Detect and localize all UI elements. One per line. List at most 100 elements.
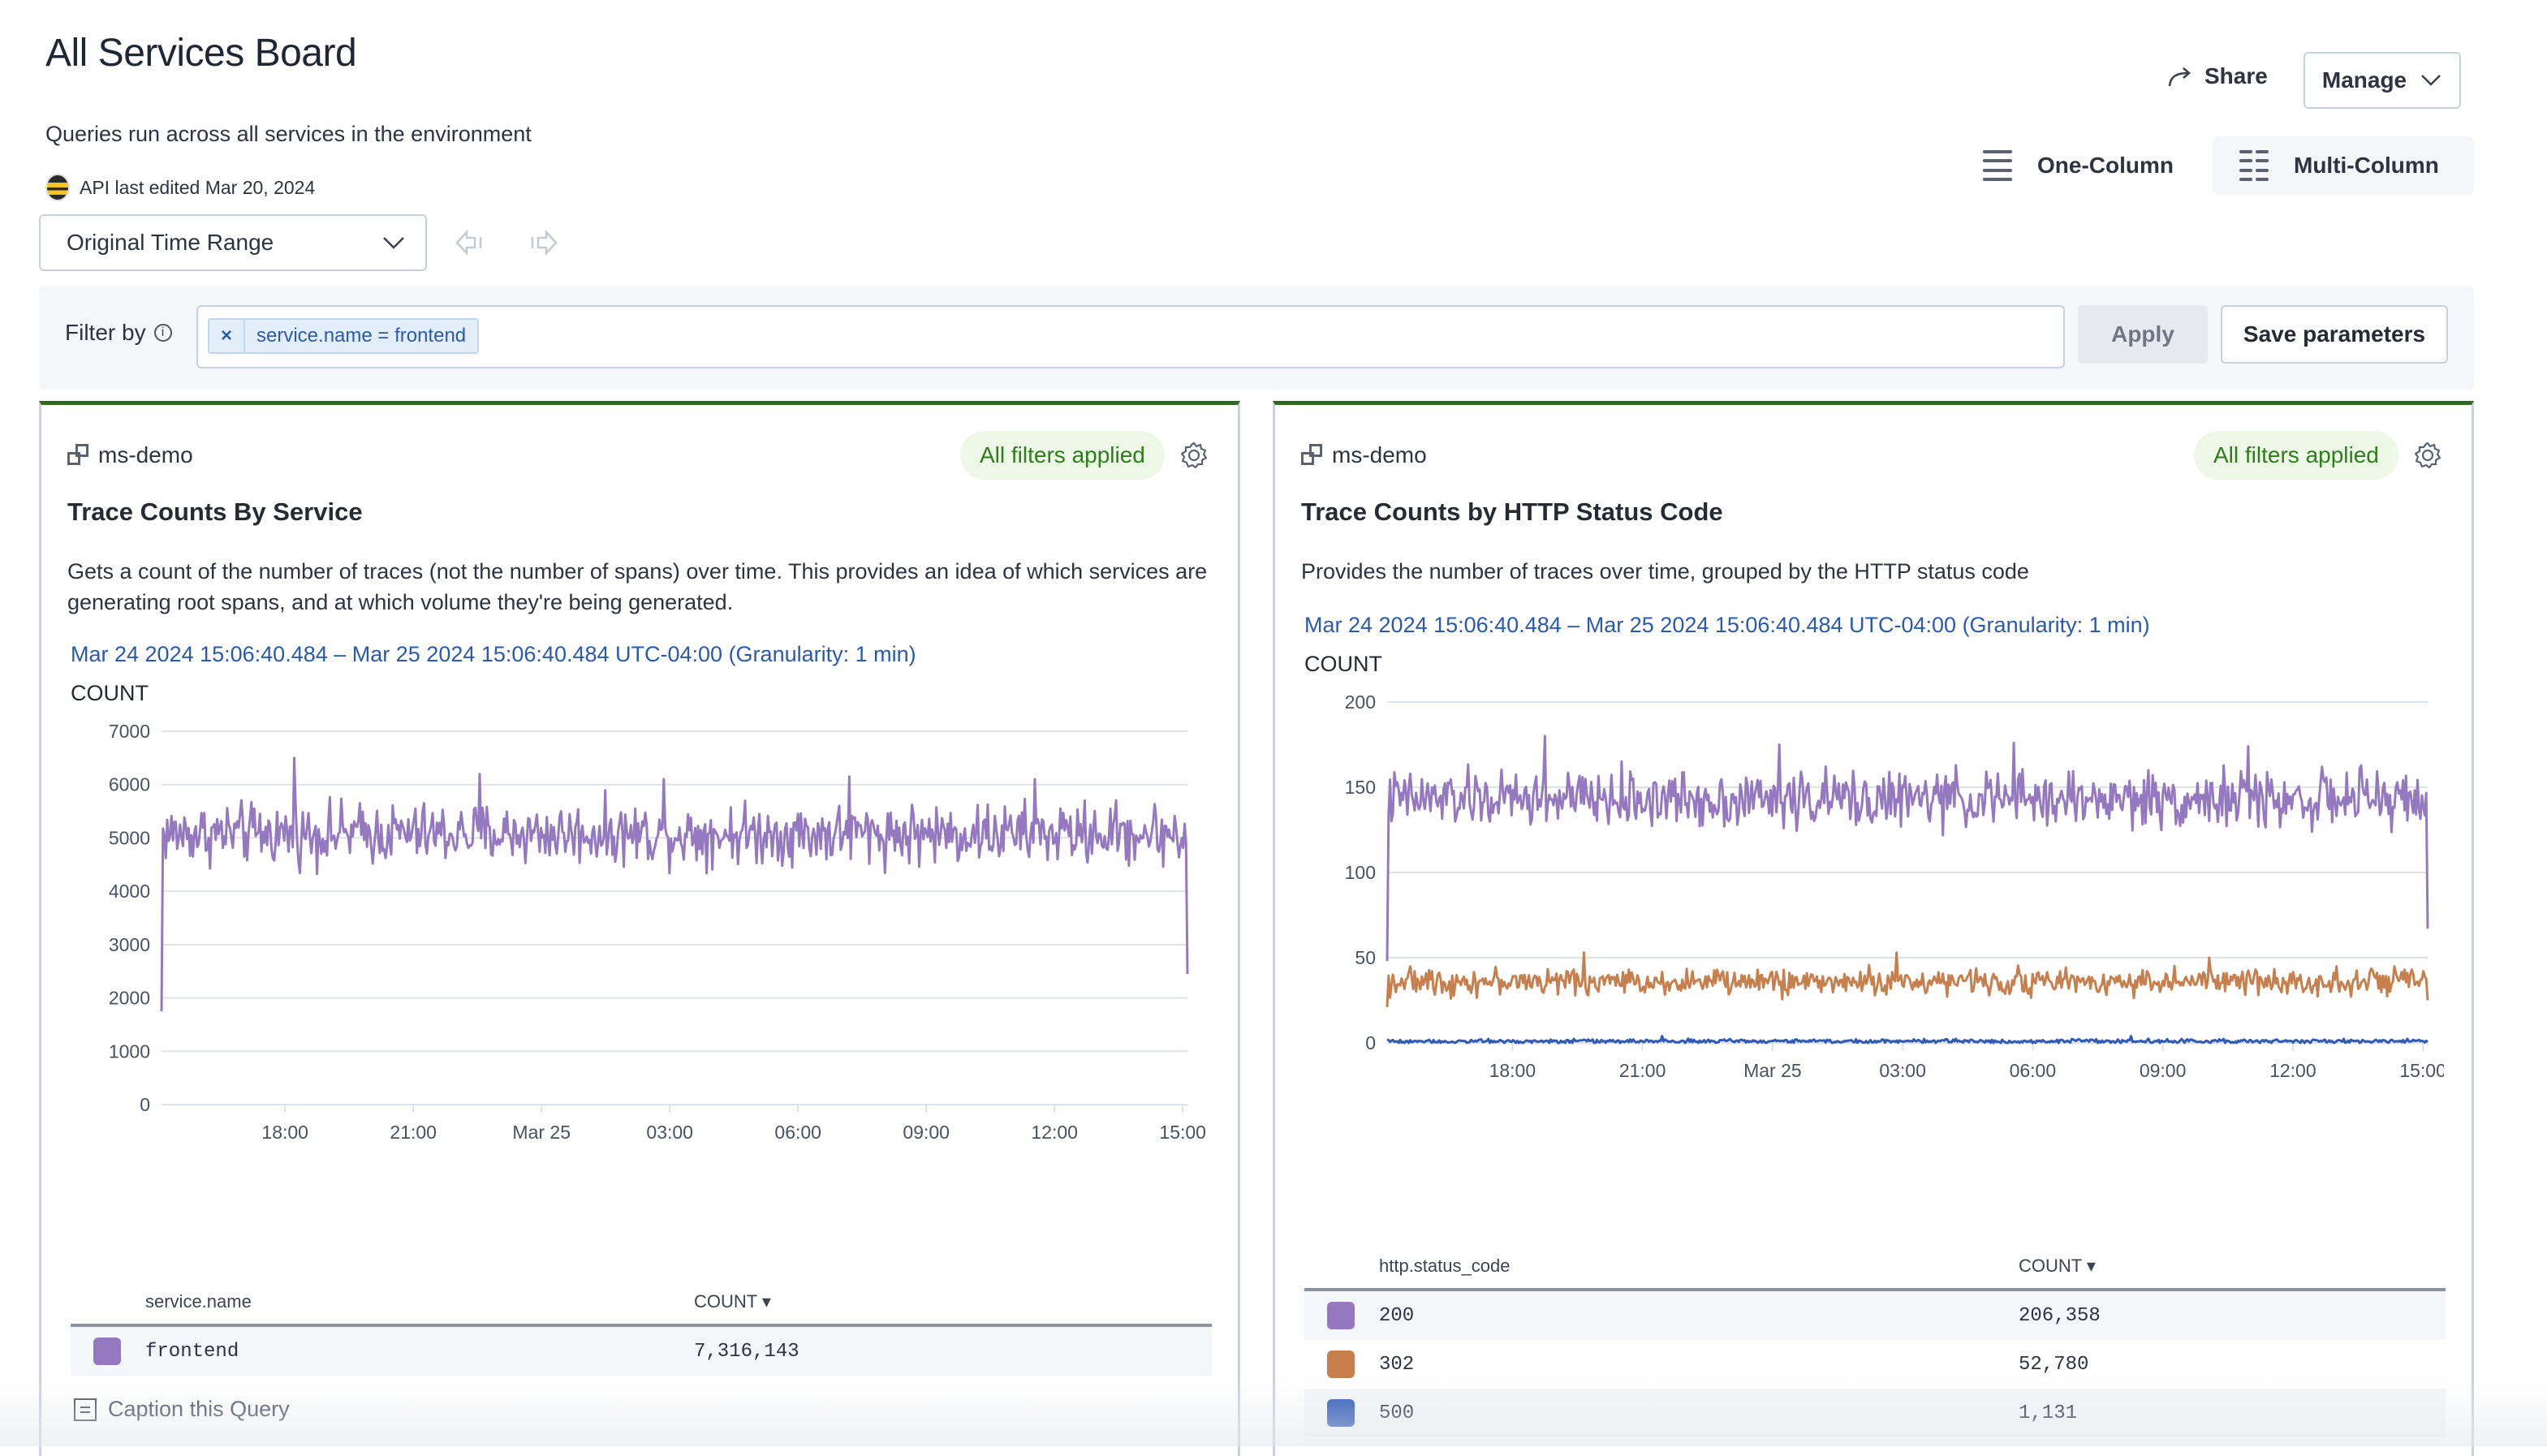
results-table: http.status_code COUNT ▾ 200 206,358 302… <box>1304 1244 2446 1437</box>
series-color-swatch <box>1327 1350 1355 1378</box>
apply-button[interactable]: Apply <box>2078 305 2208 364</box>
row-name: 200 <box>1379 1304 1415 1327</box>
bee-avatar-icon <box>45 174 70 201</box>
series-color-swatch <box>93 1338 121 1365</box>
query-time-range[interactable]: Mar 24 2024 15:06:40.484 – Mar 25 2024 1… <box>1304 613 2150 638</box>
time-range-select[interactable]: Original Time Range <box>39 214 427 271</box>
last-edited: API last edited Mar 20, 2024 <box>45 174 315 201</box>
y-tick-label: 3000 <box>109 934 150 955</box>
row-name: 302 <box>1379 1353 1415 1376</box>
dataset-icon <box>67 444 90 467</box>
one-column-label: One-Column <box>2037 153 2174 178</box>
y-tick-label: 50 <box>1355 947 1376 968</box>
time-forward-button[interactable] <box>524 214 562 271</box>
filters-applied-badge: All filters applied <box>2194 431 2398 480</box>
last-edited-text: API last edited Mar 20, 2024 <box>80 176 316 198</box>
row-count: 7,316,143 <box>694 1340 799 1363</box>
y-axis-label: COUNT <box>1304 652 1382 676</box>
dataset-name[interactable]: ms-demo <box>98 442 193 468</box>
remove-filter-icon[interactable]: × <box>209 320 245 352</box>
filter-label: Filter by i <box>65 320 172 346</box>
gear-icon[interactable] <box>2413 441 2442 470</box>
caption-query-button[interactable]: Caption this Query <box>74 1397 290 1422</box>
share-button[interactable]: Share <box>2167 63 2268 89</box>
x-tick-label: 06:00 <box>774 1122 821 1143</box>
y-axis-label: COUNT <box>71 681 149 705</box>
caption-label: Caption this Query <box>108 1397 290 1421</box>
x-tick-label: Mar 25 <box>512 1122 571 1143</box>
series-line-frontend[interactable] <box>160 756 1189 1012</box>
x-tick-label: 21:00 <box>1619 1060 1666 1081</box>
x-tick-label: 03:00 <box>1879 1060 1926 1081</box>
row-count: 1,131 <box>2019 1402 2078 1424</box>
multi-column-icon <box>2239 150 2269 181</box>
multi-column-label: Multi-Column <box>2294 153 2439 178</box>
column-header-service-name[interactable]: service.name <box>145 1291 694 1312</box>
y-tick-label: 200 <box>1345 691 1376 713</box>
x-tick-label: 12:00 <box>2269 1060 2316 1081</box>
filters-applied-badge: All filters applied <box>960 431 1165 480</box>
manage-label: Manage <box>2321 67 2407 93</box>
chevron-down-icon <box>2421 75 2441 86</box>
y-tick-label: 100 <box>1345 862 1376 883</box>
chevron-down-icon <box>383 237 404 249</box>
query-time-range[interactable]: Mar 24 2024 15:06:40.484 – Mar 25 2024 1… <box>71 642 916 667</box>
table-row[interactable]: 302 52,780 <box>1304 1340 2446 1389</box>
y-tick-label: 6000 <box>109 774 150 795</box>
y-tick-label: 1000 <box>109 1040 150 1062</box>
manage-button[interactable]: Manage <box>2304 52 2461 109</box>
x-tick-label: Mar 25 <box>1743 1060 1802 1081</box>
table-row[interactable]: 500 1,131 <box>1304 1389 2446 1437</box>
series-color-swatch <box>1327 1399 1355 1427</box>
gear-icon[interactable] <box>1179 441 1209 470</box>
y-tick-label: 2000 <box>109 988 150 1009</box>
column-header-count[interactable]: COUNT ▾ <box>694 1291 771 1312</box>
dataset-label: ms-demo <box>67 442 193 468</box>
filter-chip: × service.name = frontend <box>208 318 480 354</box>
query-panel-trace-counts-by-service: ms-demo All filters applied Trace Counts… <box>39 401 1240 1456</box>
dataset-label: ms-demo <box>1301 442 1427 468</box>
dataset-name[interactable]: ms-demo <box>1332 442 1427 468</box>
arrow-forward-icon <box>531 229 558 256</box>
query-description: Gets a count of the number of traces (no… <box>67 559 1208 614</box>
multi-column-button[interactable]: Multi-Column <box>2213 136 2474 195</box>
x-tick-label: 21:00 <box>390 1122 437 1143</box>
table-row[interactable]: frontend 7,316,143 <box>71 1327 1212 1376</box>
save-parameters-button[interactable]: Save parameters <box>2221 305 2448 364</box>
y-tick-label: 0 <box>1365 1032 1376 1053</box>
results-table: service.name COUNT ▾ frontend 7,316,143 <box>71 1280 1212 1376</box>
series-color-swatch <box>1327 1302 1355 1329</box>
column-header-count[interactable]: COUNT ▾ <box>2019 1256 2096 1277</box>
series-line-200[interactable] <box>1386 734 2429 962</box>
one-column-button[interactable]: One-Column <box>1956 136 2200 195</box>
y-tick-label: 0 <box>140 1094 150 1115</box>
x-tick-label: 18:00 <box>1489 1060 1536 1081</box>
series-line-302[interactable] <box>1386 951 2429 1007</box>
series-line-500[interactable] <box>1386 1035 2428 1045</box>
filter-label-text: Filter by <box>65 320 146 345</box>
one-column-icon <box>1983 150 2012 181</box>
x-tick-label: 03:00 <box>646 1122 693 1143</box>
y-tick-label: 4000 <box>109 881 150 902</box>
table-row[interactable]: 200 206,358 <box>1304 1291 2446 1340</box>
x-tick-label: 06:00 <box>2010 1060 2057 1081</box>
caption-icon <box>74 1398 97 1421</box>
row-count: 206,358 <box>2019 1304 2101 1327</box>
y-tick-label: 150 <box>1345 777 1376 798</box>
query-title: Trace Counts by HTTP Status Code <box>1301 498 1723 526</box>
x-tick-label: 09:00 <box>903 1122 950 1143</box>
trace-counts-chart[interactable]: 0 1000 2000 3000 4000 5000 6000 7000 18:00 21:00 M… <box>58 713 1210 1241</box>
x-tick-label: 15:00 <box>2399 1060 2444 1081</box>
info-icon[interactable]: i <box>153 324 172 342</box>
column-header-status-code[interactable]: http.status_code <box>1379 1256 2019 1277</box>
dataset-icon <box>1301 444 1324 467</box>
time-back-button[interactable] <box>451 214 489 271</box>
query-description: Provides the number of traces over time,… <box>1301 559 2029 584</box>
page-title: All Services Board <box>45 32 357 75</box>
filter-chip-text: service.name = frontend <box>256 325 467 347</box>
status-code-chart[interactable]: 0 50 100 150 200 18:00 21:00 Mar 25 03:00 06:00 09… <box>1291 681 2444 1200</box>
row-name: 500 <box>1379 1402 1415 1424</box>
query-title: Trace Counts By Service <box>67 498 363 526</box>
x-tick-label: 15:00 <box>1159 1122 1206 1143</box>
share-label: Share <box>2204 63 2268 88</box>
